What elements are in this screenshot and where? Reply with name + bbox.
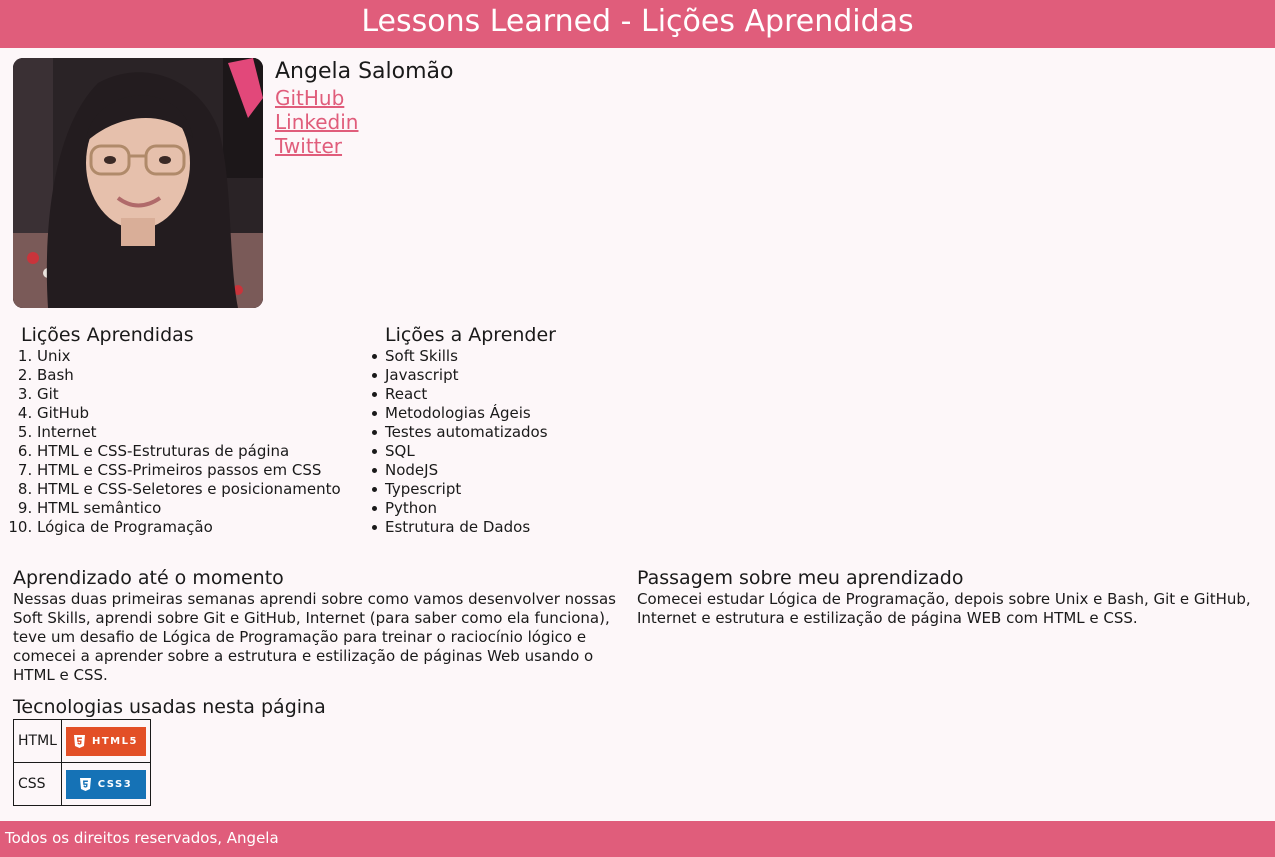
list-item: NodeJS	[372, 461, 685, 480]
list-item: Python	[372, 499, 685, 518]
lessons-to-learn-list: Soft Skills Javascript React Metodologia…	[372, 347, 685, 537]
list-item: Typescript	[372, 480, 685, 499]
list-item: Unix	[37, 347, 371, 366]
html5-badge: HTML5	[65, 726, 146, 756]
list-item: Soft Skills	[372, 347, 685, 366]
technologies-section: Tecnologias usadas nesta página HTML HTM…	[13, 695, 326, 806]
lessons-learned-title: Lições Aprendidas	[21, 324, 194, 346]
list-item: GitHub	[37, 404, 371, 423]
list-item: React	[372, 385, 685, 404]
technologies-title: Tecnologias usadas nesta página	[13, 696, 326, 718]
css3-badge-label: CSS3	[97, 778, 133, 790]
list-item: Internet	[37, 423, 371, 442]
list-item: SQL	[372, 442, 685, 461]
linkedin-link[interactable]: Linkedin	[275, 110, 453, 134]
learning-so-far-title: Aprendizado até o momento	[13, 567, 284, 589]
list-item: Metodologias Ágeis	[372, 404, 685, 423]
page-footer: Todos os direitos reservados, Angela	[0, 821, 1275, 857]
list-item: Testes automatizados	[372, 423, 685, 442]
tech-badge-cell: CSS3	[60, 762, 151, 806]
list-item: Javascript	[372, 366, 685, 385]
twitter-link[interactable]: Twitter	[275, 134, 453, 158]
list-item: Lógica de Programação	[37, 518, 371, 537]
list-item: Git	[37, 385, 371, 404]
passage-section: Passagem sobre meu aprendizado Comecei e…	[637, 566, 1257, 628]
passage-title: Passagem sobre meu aprendizado	[637, 567, 964, 589]
profile-card: Angela Salomão GitHub Linkedin Twitter	[275, 58, 453, 158]
footer-text: Todos os direitos reservados, Angela	[5, 829, 279, 847]
tech-badge-cell: HTML5	[60, 719, 151, 763]
page-header: Lessons Learned - Lições Aprendidas	[0, 0, 1275, 48]
lessons-to-learn-section: Lições a Aprender Soft Skills Javascript…	[372, 323, 685, 537]
avatar	[13, 58, 263, 308]
list-item: Estrutura de Dados	[372, 518, 685, 537]
list-item: HTML e CSS-Primeiros passos em CSS	[37, 461, 371, 480]
lessons-to-learn-title: Lições a Aprender	[385, 324, 556, 346]
passage-text: Comecei estudar Lógica de Programação, d…	[637, 590, 1251, 627]
learning-so-far-text: Nessas duas primeiras semanas aprendi so…	[13, 590, 616, 684]
tech-label: CSS	[13, 762, 62, 806]
tech-label: HTML	[13, 719, 62, 763]
technologies-table: HTML HTML5 CSS CSS3	[13, 719, 151, 806]
github-link[interactable]: GitHub	[275, 86, 453, 110]
html5-badge-label: HTML5	[91, 735, 138, 747]
list-item: HTML e CSS-Seletores e posicionamento	[37, 480, 371, 499]
page-title: Lessons Learned - Lições Aprendidas	[361, 4, 914, 39]
lessons-learned-list: Unix Bash Git GitHub Internet HTML e CSS…	[21, 347, 371, 537]
list-item: HTML e CSS-Estruturas de página	[37, 442, 371, 461]
learning-so-far-section: Aprendizado até o momento Nessas duas pr…	[13, 566, 623, 685]
list-item: HTML semântico	[37, 499, 371, 518]
css3-shield-icon	[79, 777, 91, 791]
profile-name: Angela Salomão	[275, 59, 454, 84]
list-item: Bash	[37, 366, 371, 385]
table-row: HTML HTML5	[13, 719, 151, 763]
lessons-learned-section: Lições Aprendidas Unix Bash Git GitHub I…	[21, 323, 371, 537]
profile-photo	[13, 58, 263, 308]
css3-badge: CSS3	[65, 769, 146, 799]
html5-shield-icon	[73, 734, 85, 748]
table-row: CSS CSS3	[13, 762, 151, 806]
